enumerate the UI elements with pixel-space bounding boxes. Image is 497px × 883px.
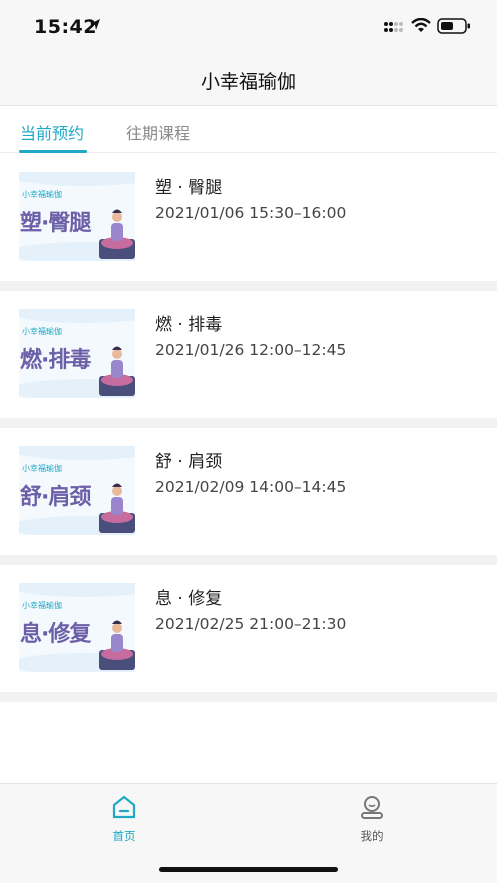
- thumbnail-title: 燃·排毒: [20, 348, 91, 373]
- course-time: 2021/01/06 15:30–16:00: [155, 204, 347, 222]
- thumbnail-wave: [19, 309, 135, 323]
- course-time: 2021/02/09 14:00–14:45: [155, 478, 347, 496]
- tab-current-bookings[interactable]: 当前预约: [20, 120, 84, 144]
- location-arrow-icon: [90, 19, 100, 30]
- course-list: 小幸福瑜伽 塑·臀腿 塑 · 臀腿 2021/01/06 15:30–16:00…: [0, 154, 497, 702]
- thumbnail-wave: [19, 446, 135, 460]
- course-time: 2021/01/26 12:00–12:45: [155, 341, 347, 359]
- cellular-signal-icon: [384, 22, 403, 32]
- active-tab-indicator: [19, 150, 87, 153]
- tab-profile[interactable]: 我的: [332, 794, 412, 844]
- list-divider: [0, 281, 497, 291]
- list-divider: [0, 555, 497, 565]
- wifi-icon: [411, 18, 431, 32]
- yoga-figure-icon: [99, 209, 135, 259]
- tab-bar-top: 当前预约 往期课程: [0, 107, 497, 153]
- course-card[interactable]: 小幸福瑜伽 塑·臀腿 塑 · 臀腿 2021/01/06 15:30–16:00: [0, 154, 497, 281]
- thumbnail-brand: 小幸福瑜伽: [22, 327, 62, 336]
- course-card[interactable]: 小幸福瑜伽 舒·肩颈 舒 · 肩颈 2021/02/09 14:00–14:45: [0, 428, 497, 555]
- thumbnail-brand: 小幸福瑜伽: [22, 190, 62, 199]
- nav-bar: 小幸福瑜伽: [0, 54, 497, 106]
- home-indicator[interactable]: [159, 867, 338, 872]
- thumbnail-wave: [19, 172, 135, 186]
- thumbnail-brand: 小幸福瑜伽: [22, 464, 62, 473]
- course-thumbnail: 小幸福瑜伽 息·修复: [19, 583, 135, 672]
- list-divider: [0, 692, 497, 702]
- course-title: 塑 · 臀腿: [155, 178, 223, 198]
- course-title: 燃 · 排毒: [155, 315, 223, 335]
- profile-icon: [361, 796, 383, 819]
- page-title: 小幸福瑜伽: [200, 71, 296, 93]
- thumbnail-brand: 小幸福瑜伽: [22, 601, 62, 610]
- yoga-figure-icon: [99, 620, 135, 670]
- course-title: 舒 · 肩颈: [155, 452, 223, 472]
- status-bar: 15:42: [0, 0, 497, 54]
- home-icon: [112, 795, 136, 819]
- tab-past-courses[interactable]: 往期课程: [126, 120, 190, 144]
- tab-home[interactable]: 首页: [84, 794, 164, 844]
- yoga-figure-icon: [99, 483, 135, 533]
- battery-icon: [437, 18, 470, 34]
- course-title: 息 · 修复: [155, 589, 223, 609]
- course-card[interactable]: 小幸福瑜伽 燃·排毒 燃 · 排毒 2021/01/26 12:00–12:45: [0, 291, 497, 418]
- course-thumbnail: 小幸福瑜伽 燃·排毒: [19, 309, 135, 398]
- thumbnail-wave: [19, 583, 135, 597]
- course-thumbnail: 小幸福瑜伽 塑·臀腿: [19, 172, 135, 261]
- course-card[interactable]: 小幸福瑜伽 息·修复 息 · 修复 2021/02/25 21:00–21:30: [0, 565, 497, 692]
- tab-profile-label: 我的: [360, 829, 384, 843]
- thumbnail-title: 塑·臀腿: [20, 211, 91, 236]
- list-divider: [0, 418, 497, 428]
- tab-home-label: 首页: [112, 829, 136, 843]
- yoga-figure-icon: [99, 346, 135, 396]
- thumbnail-title: 息·修复: [20, 622, 91, 647]
- thumbnail-title: 舒·肩颈: [20, 485, 91, 510]
- course-time: 2021/02/25 21:00–21:30: [155, 615, 347, 633]
- course-thumbnail: 小幸福瑜伽 舒·肩颈: [19, 446, 135, 535]
